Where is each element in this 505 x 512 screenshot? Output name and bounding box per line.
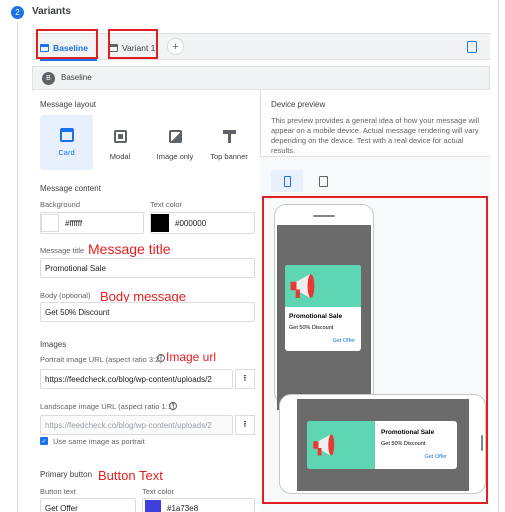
body-input[interactable]: Get 50% Discount — [40, 302, 255, 322]
step-line — [17, 22, 18, 512]
card-title: Promotional Sale — [289, 313, 343, 320]
annotation-button-text: Button Text — [98, 468, 163, 483]
background-swatch[interactable] — [41, 214, 59, 232]
content-heading: Message content — [40, 184, 101, 193]
body-label: Body (optional) — [40, 291, 91, 300]
button-color-label: Text color — [142, 487, 175, 496]
layout-option-modal[interactable]: Modal — [100, 130, 140, 161]
text-color-label: Text color — [150, 200, 183, 209]
active-tab-indicator — [40, 59, 97, 61]
text-color-field[interactable]: #000000 — [150, 212, 255, 234]
variant-tab-bar: Baseline Variant 1 + — [32, 33, 490, 61]
device-preview-heading: Device preview — [271, 100, 326, 109]
text-color-value: #000000 — [175, 218, 207, 228]
landscape-url-label: Landscape image URL (aspect ratio 1:1) — [40, 402, 175, 411]
layout-option-modal-label: Modal — [109, 152, 131, 161]
landscape-phone-mockup: Promotional Sale Get 50% Discount Get Of… — [279, 394, 486, 494]
same-image-checkbox[interactable]: ✓ — [40, 437, 48, 445]
card-button[interactable]: Get Offer — [332, 338, 355, 344]
annotation-box-variant — [108, 29, 158, 59]
card-layout-icon — [59, 128, 74, 142]
text-color-swatch[interactable] — [151, 214, 169, 232]
layout-option-top-banner-label: Top banner — [210, 152, 248, 161]
baseline-label: Baseline — [61, 73, 92, 82]
layout-option-image-only-label: Image only — [156, 152, 194, 161]
annotation-box-baseline — [36, 29, 98, 59]
layout-option-top-banner[interactable]: Top banner — [205, 130, 253, 161]
right-border — [498, 0, 499, 512]
button-color-field[interactable]: #1a73e8 — [142, 498, 255, 512]
portrait-url-input[interactable]: https://feedcheck.co/blog/wp-content/upl… — [40, 369, 233, 389]
background-label: Background — [40, 200, 81, 209]
megaphone-icon — [290, 274, 315, 298]
upload-portrait-button[interactable]: ⭱ — [235, 369, 255, 389]
add-variant-button[interactable]: + — [167, 38, 184, 55]
help-icon[interactable]: ? — [169, 402, 177, 410]
portrait-phone-mockup: Promotional Sale Get 50% Discount Get Of… — [274, 204, 374, 410]
portrait-device-button[interactable] — [271, 170, 303, 192]
button-color-swatch[interactable] — [145, 500, 161, 512]
step-badge: 2 — [11, 6, 24, 19]
portrait-url-label: Portrait image URL (aspect ratio 3:2) — [40, 355, 162, 364]
message-title-label: Message title — [40, 246, 85, 255]
upload-icon: ⭱ — [243, 373, 247, 383]
message-title-input[interactable]: Promotional Sale — [40, 258, 255, 278]
tablet-device-button[interactable] — [309, 170, 337, 192]
image-layout-icon — [168, 130, 182, 143]
megaphone-icon — [313, 434, 335, 456]
card-body: Get 50% Discount — [381, 441, 426, 447]
annotation-message-title: Message title — [88, 241, 171, 257]
preview-card-portrait: Promotional Sale Get 50% Discount Get Of… — [285, 265, 361, 351]
upload-icon: ⭱ — [243, 419, 247, 429]
speaker-grille — [313, 215, 335, 217]
card-image — [285, 265, 361, 307]
phone-icon — [283, 175, 291, 187]
primary-button-heading: Primary button — [40, 470, 93, 479]
device-preview-description: This preview provides a general idea of … — [271, 116, 480, 155]
layout-option-card-label: Card — [58, 148, 75, 157]
button-text-input[interactable]: Get Offer — [40, 498, 136, 512]
button-color-value: #1a73e8 — [167, 503, 199, 512]
baseline-badge: B — [42, 72, 55, 85]
button-text-label: Button text — [40, 487, 76, 496]
speaker-grille — [481, 435, 483, 451]
card-body: Get 50% Discount — [289, 325, 334, 331]
annotation-image-url: Image url — [166, 350, 217, 364]
background-color-field[interactable]: #ffffff — [40, 212, 144, 234]
layout-option-card[interactable]: Card — [40, 115, 93, 170]
tablet-icon — [318, 175, 328, 187]
variants-editor: 2 Variants Baseline Variant 1 + B Baseli… — [0, 0, 505, 512]
landscape-url-input[interactable]: https://feedcheck.co/blog/wp-content/upl… — [40, 415, 233, 435]
device-preview-toggle-icon[interactable] — [467, 41, 477, 53]
card-button[interactable]: Get Offer — [424, 454, 447, 460]
preview-card-landscape: Promotional Sale Get 50% Discount Get Of… — [307, 421, 457, 469]
top-banner-layout-icon — [222, 130, 236, 143]
baseline-header: B Baseline — [32, 66, 490, 90]
same-image-label: Use same image as portrait — [53, 437, 145, 446]
background-value: #ffffff — [65, 218, 83, 228]
layout-option-image-only[interactable]: Image only — [152, 130, 198, 161]
card-image — [307, 421, 375, 469]
upload-landscape-button[interactable]: ⭱ — [235, 415, 255, 435]
help-icon[interactable]: ? — [157, 354, 165, 362]
modal-layout-icon — [113, 130, 127, 143]
section-title: Variants — [32, 6, 71, 17]
images-heading: Images — [40, 340, 67, 349]
card-title: Promotional Sale — [381, 429, 435, 436]
layout-heading: Message layout — [40, 100, 97, 109]
